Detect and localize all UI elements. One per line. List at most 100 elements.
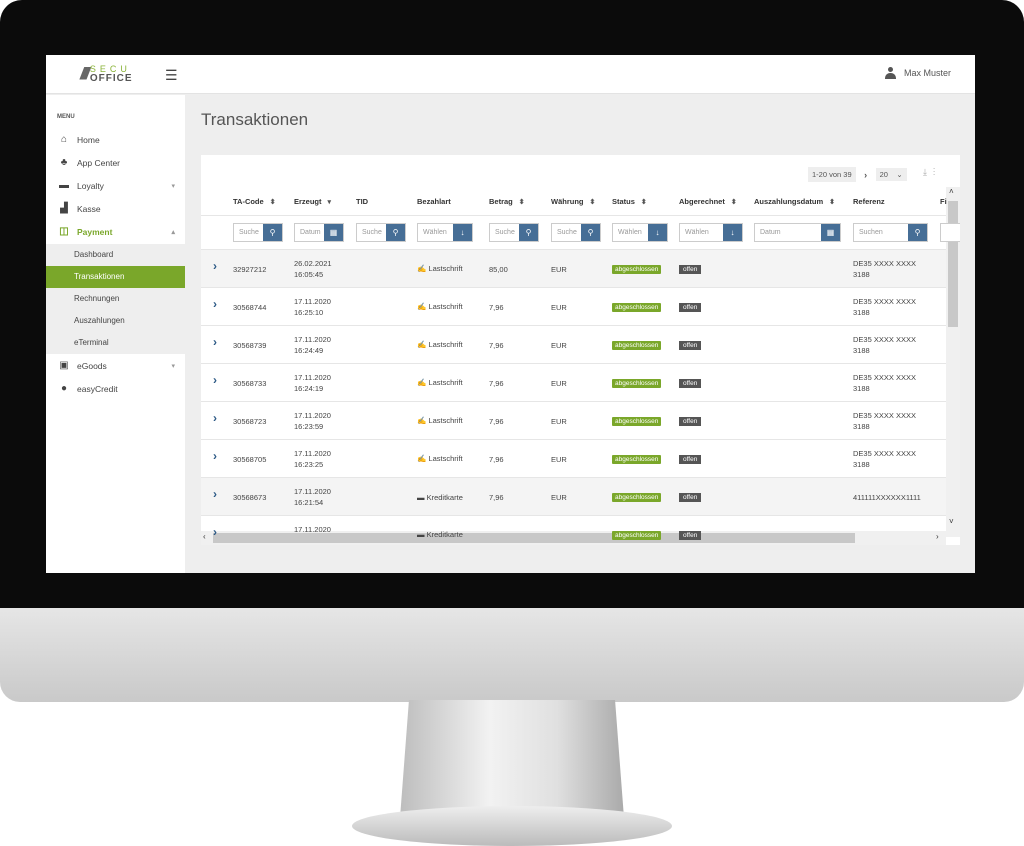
payment-method-label: Lastschrift (428, 416, 463, 425)
sidebar-item-payment[interactable]: ◫ Payment ▴ (46, 220, 185, 243)
table-row[interactable]: › 17.11.2020 ▬ Kreditkarte abgeschlossen off… (201, 516, 946, 545)
filter-placeholder: Datum (300, 229, 321, 236)
sidebar-subitem-rechnungen[interactable]: Rechnungen (46, 288, 185, 310)
search-icon[interactable]: ⚲ (581, 224, 600, 241)
created-date: 26.02.2021 16:05:45 (294, 258, 332, 280)
search-icon[interactable]: ⚲ (908, 224, 927, 241)
status: abgeschlossen (612, 339, 662, 351)
filter-erzeugt[interactable]: Datum ▦ (294, 223, 344, 242)
calendar-icon[interactable]: ▦ (324, 224, 343, 241)
table-row[interactable]: › 30568723 17.11.2020 16:23:59 ✍ Lastschrift… (201, 402, 946, 440)
signature-icon: ✍ (417, 302, 429, 311)
column-header-fi[interactable]: Fi (940, 197, 947, 206)
table-row[interactable]: › 30568733 17.11.2020 16:24:19 ✍ Lastschrift… (201, 364, 946, 402)
page-size-select[interactable]: 20 ⌄ (875, 168, 907, 181)
logo[interactable]: //// SECU OFFICE (80, 64, 133, 84)
sort-icon[interactable]: ⬍ (519, 199, 525, 206)
scroll-down-icon[interactable]: ˅ (949, 517, 954, 526)
sidebar-item-home[interactable]: ⌂ Home (46, 128, 185, 151)
filter-tid[interactable]: Suche ⚲ (356, 223, 406, 242)
sidebar-item-kasse[interactable]: ▟ Kasse (46, 197, 185, 220)
column-header-tid[interactable]: TID (356, 197, 368, 206)
filter-währung[interactable]: Suche ⚲ (551, 223, 601, 242)
expand-chevron-icon[interactable]: › (213, 297, 217, 311)
column-header-erzeugt[interactable]: Erzeugt ▾ (294, 197, 331, 206)
column-header-referenz[interactable]: Referenz (853, 197, 885, 206)
column-header-ta-code[interactable]: TA-Code ⬍ (233, 197, 276, 206)
settled-badge: offen (679, 493, 702, 502)
column-header-betrag[interactable]: Betrag ⬍ (489, 197, 525, 206)
time: 16:24:19 (294, 384, 324, 393)
expand-chevron-icon[interactable]: › (213, 487, 217, 501)
download-icon[interactable]: ⤓ (923, 167, 933, 177)
column-label: Abgerechnet (679, 197, 725, 206)
expand-chevron-icon[interactable]: › (213, 335, 217, 349)
sidebar-item-label: Home (77, 134, 100, 145)
filter-ta-code[interactable]: Suche ⚲ (233, 223, 283, 242)
sidebar-item-label: Kasse (77, 203, 101, 214)
search-icon[interactable]: ⚲ (519, 224, 538, 241)
sidebar-subitem-eterminal[interactable]: eTerminal (46, 332, 185, 354)
signature-icon: ✍ (417, 416, 429, 425)
scroll-up-icon[interactable]: ˄ (949, 187, 954, 196)
calendar-icon[interactable]: ▦ (821, 224, 840, 241)
search-icon[interactable]: ⚲ (263, 224, 282, 241)
sidebar-subitem-auszahlungen[interactable]: Auszahlungen (46, 310, 185, 332)
dropdown-icon[interactable]: ↓ (648, 224, 667, 241)
dropdown-icon[interactable]: ↓ (723, 224, 742, 241)
sort-icon[interactable]: ⬍ (829, 199, 835, 206)
search-icon[interactable]: ⚲ (386, 224, 405, 241)
reference-line: DE35 XXXX XXXX (853, 259, 916, 268)
reference: DE35 XXXX XXXX 3188 (853, 258, 916, 280)
sort-icon[interactable]: ⬍ (590, 199, 596, 206)
dropdown-icon[interactable]: ↓ (453, 224, 472, 241)
more-options-icon[interactable]: ⋮ (933, 167, 941, 177)
sort-icon[interactable]: ⬍ (731, 199, 737, 206)
filter-referenz[interactable]: Suchen ⚲ (853, 223, 928, 242)
expand-chevron-icon[interactable]: › (213, 259, 217, 273)
table-row[interactable]: › 32927212 26.02.2021 16:05:45 ✍ Lastschrift… (201, 250, 946, 288)
filter-bezahlart[interactable]: Wählen ↓ (417, 223, 473, 242)
reference-line: 3188 (853, 384, 870, 393)
filter-auszahlungsdatum[interactable]: Datum ▦ (754, 223, 841, 242)
sidebar-item-app-center[interactable]: ♣ App Center (46, 151, 185, 174)
expand-chevron-icon[interactable]: › (213, 449, 217, 463)
next-page-button[interactable]: › (859, 169, 872, 180)
user-menu[interactable]: Max Muster (884, 67, 951, 79)
sidebar-item-egoods[interactable]: ▣ eGoods ▾ (46, 354, 185, 377)
expand-chevron-icon[interactable]: › (213, 411, 217, 425)
sort-icon[interactable]: ▾ (328, 199, 332, 206)
column-header-abgerechnet[interactable]: Abgerechnet ⬍ (679, 197, 737, 206)
table-row[interactable]: › 30568705 17.11.2020 16:23:25 ✍ Lastschrift… (201, 440, 946, 478)
date: 26.02.2021 (294, 259, 332, 268)
divider (201, 215, 946, 216)
created-date: 17.11.2020 16:25:10 (294, 296, 331, 318)
filter-fi[interactable] (940, 223, 960, 242)
created-date: 17.11.2020 16:24:49 (294, 334, 331, 356)
column-label: Referenz (853, 197, 885, 206)
sort-icon[interactable]: ⬍ (270, 199, 276, 206)
status: abgeschlossen (612, 377, 662, 389)
sort-icon[interactable]: ⬍ (641, 199, 647, 206)
sidebar-subitem-dashboard[interactable]: Dashboard (46, 244, 185, 266)
sidebar-item-loyalty[interactable]: ▬ Loyalty ▾ (46, 174, 185, 197)
home-icon: ⌂ (60, 134, 68, 145)
table-row[interactable]: › 30568673 17.11.2020 16:21:54 ▬ Kreditkarte… (201, 478, 946, 516)
table-row[interactable]: › 30568739 17.11.2020 16:24:49 ✍ Lastschrift… (201, 326, 946, 364)
column-header-bezahlart[interactable]: Bezahlart (417, 197, 451, 206)
sidebar-item-easycredit[interactable]: ● easyCredit (46, 377, 185, 400)
scrollbar-thumb[interactable] (948, 201, 958, 327)
filter-abgerechnet[interactable]: Wählen ↓ (679, 223, 743, 242)
table-row[interactable]: › 30568744 17.11.2020 16:25:10 ✍ Lastschrift… (201, 288, 946, 326)
filter-betrag[interactable]: Suche ⚲ (489, 223, 539, 242)
column-header-status[interactable]: Status ⬍ (612, 197, 647, 206)
column-header-währung[interactable]: Währung ⬍ (551, 197, 595, 206)
sidebar-subitem-transaktionen[interactable]: Transaktionen (46, 266, 185, 288)
hamburger-menu-icon[interactable]: ☰ (165, 67, 178, 84)
payment-method: ✍ Lastschrift (417, 301, 463, 312)
amount: 7,96 (489, 493, 504, 502)
expand-chevron-icon[interactable]: › (213, 525, 217, 539)
column-header-auszahlungsdatum[interactable]: Auszahlungsdatum ⬍ (754, 197, 835, 206)
filter-status[interactable]: Wählen ↓ (612, 223, 668, 242)
expand-chevron-icon[interactable]: › (213, 373, 217, 387)
